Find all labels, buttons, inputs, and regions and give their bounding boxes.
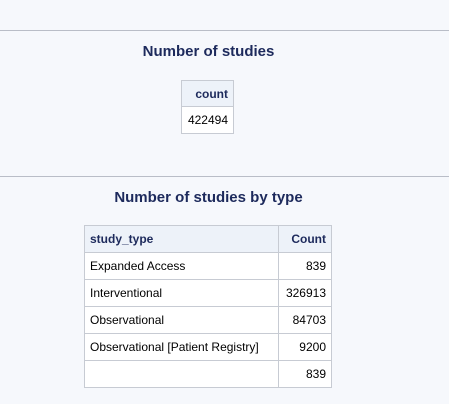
table-row: 422494 [181,106,234,134]
table-cell-count: 326913 [278,279,332,307]
table-cell-study-type: Interventional [84,279,279,307]
table-cell-count: 422494 [181,106,234,134]
table-row: Observational [Patient Registry] 9200 [84,333,332,361]
column-header-count: count [181,80,234,107]
column-header-study-type: study_type [84,225,279,253]
table-cell-study-type: Observational [84,306,279,334]
table-cell-study-type [84,360,279,388]
table-header-row: study_type Count [84,225,332,253]
count-table: count 422494 [181,80,234,134]
section-title-studies-by-type: Number of studies by type [114,189,303,206]
studies-by-type-table: study_type Count Expanded Access 839 Int… [84,225,332,388]
section-divider-middle [0,176,449,177]
section-title-number-of-studies: Number of studies [142,43,275,60]
column-header-count: Count [278,225,332,253]
table-row: Expanded Access 839 [84,252,332,280]
table-cell-count: 9200 [278,333,332,361]
section-divider-top [0,30,449,31]
table-header-row: count [181,80,234,107]
table-row: Interventional 326913 [84,279,332,307]
table-cell-count: 839 [278,360,332,388]
table-cell-count: 839 [278,252,332,280]
table-cell-count: 84703 [278,306,332,334]
table-row: Observational 84703 [84,306,332,334]
table-cell-study-type: Expanded Access [84,252,279,280]
table-row: 839 [84,360,332,388]
table-cell-study-type: Observational [Patient Registry] [84,333,279,361]
